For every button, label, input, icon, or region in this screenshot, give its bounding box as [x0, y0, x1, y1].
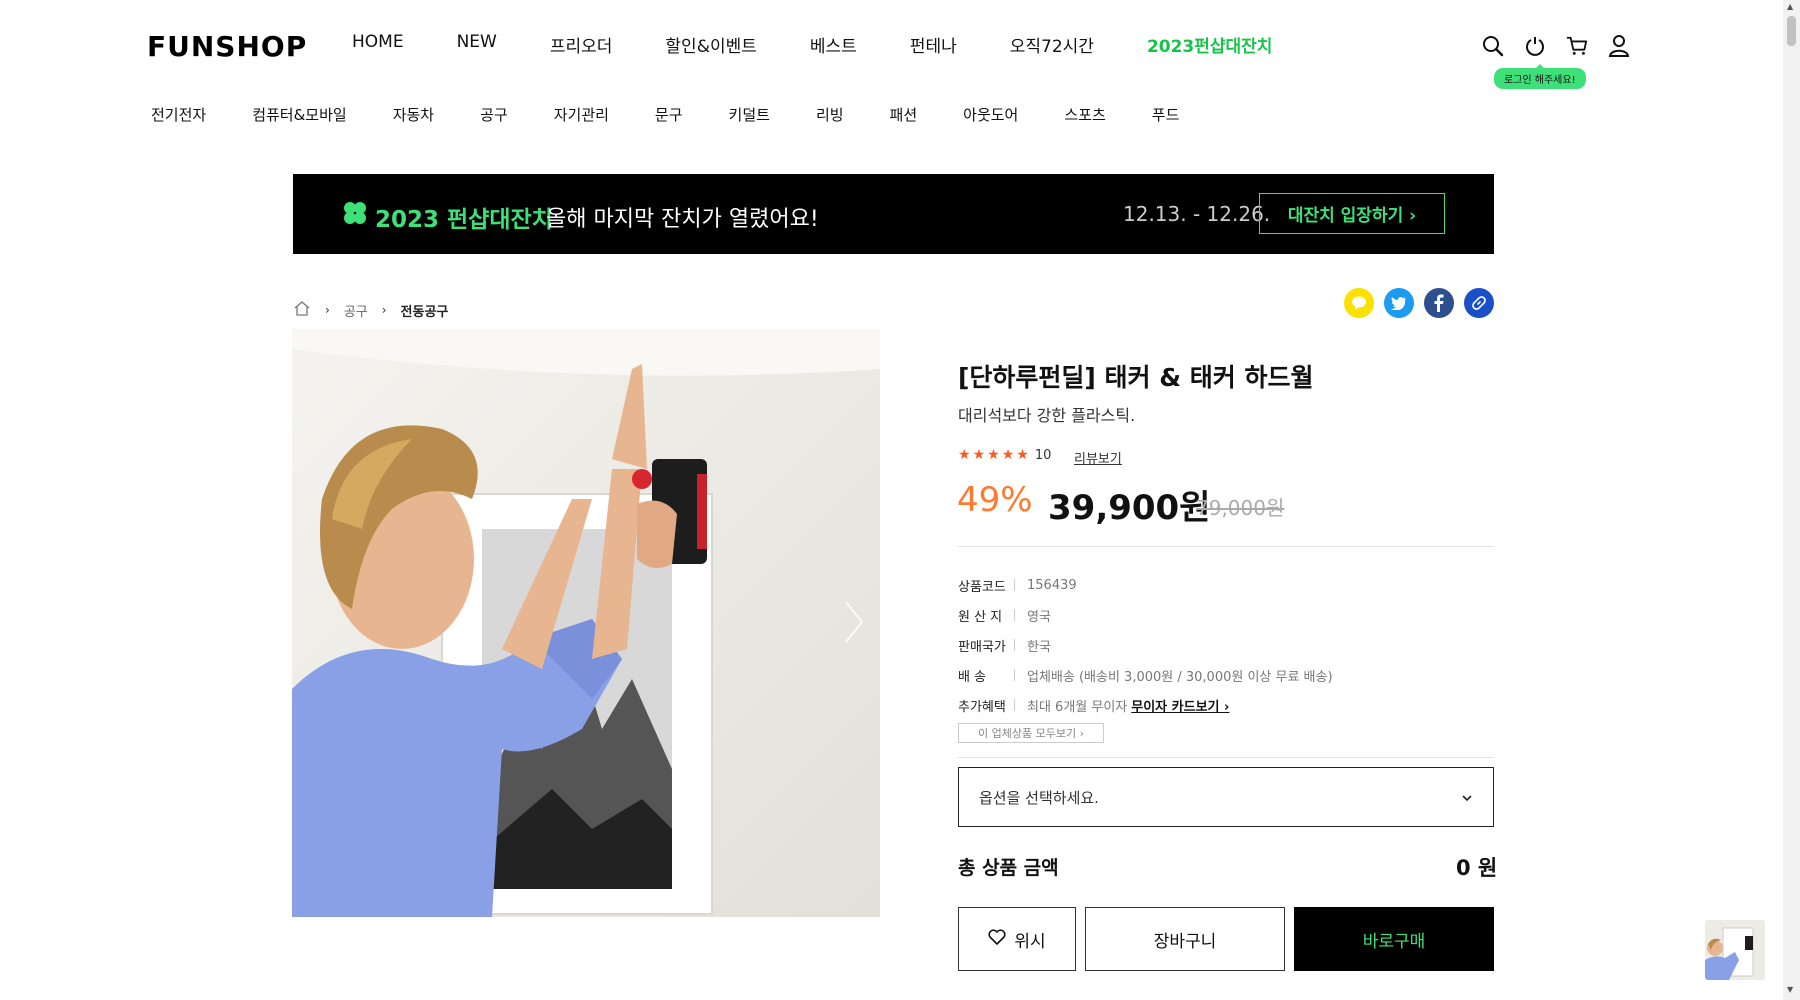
festival-banner[interactable]: 2023 펀샵대잔치 올해 마지막 잔치가 열렸어요! 12.13. - 12.… [293, 174, 1494, 254]
heart-icon [988, 928, 1006, 950]
category-item[interactable]: 자동차 [393, 104, 434, 125]
review-link[interactable]: 리뷰보기 [1074, 448, 1122, 467]
category-item[interactable]: 패션 [890, 104, 918, 125]
nav-festival-2023[interactable]: 2023펀샵대잔치 [1147, 32, 1273, 57]
spec-key: 판매국가 [958, 639, 1006, 655]
chevron-down-icon [1461, 788, 1473, 806]
recent-product-thumbnail[interactable] [1705, 920, 1765, 980]
add-to-cart-button[interactable]: 장바구니 [1085, 907, 1285, 971]
product-image [292, 329, 880, 917]
kakaotalk-share-icon[interactable] [1344, 288, 1374, 318]
spec-value: 업체배송 (배송비 3,000원 / 30,000원 이상 무료 배송) [1027, 669, 1333, 685]
nav-best[interactable]: 베스트 [810, 32, 857, 57]
option-select[interactable]: 옵션을 선택하세요. [958, 767, 1494, 827]
user-icon[interactable] [1608, 32, 1630, 60]
breadcrumb-item[interactable]: 공구 [344, 301, 368, 320]
rating-stars: ★ ★ ★ ★ ★ 10 [958, 447, 1051, 463]
spec-key: 추가혜택 [958, 699, 1006, 715]
category-item[interactable]: 아웃도어 [963, 104, 1018, 125]
main-nav: HOME NEW 프리오더 할인&이벤트 베스트 펀테나 오직72시간 2023… [352, 32, 1325, 57]
scrollbar-thumb[interactable] [1787, 16, 1796, 46]
link-share-icon[interactable] [1464, 288, 1494, 318]
category-item[interactable]: 전기전자 [151, 104, 206, 125]
buy-now-button[interactable]: 바로구매 [1294, 907, 1494, 971]
spec-value: 최대 6개월 무이자 [1027, 699, 1128, 715]
category-item[interactable]: 리빙 [816, 104, 844, 125]
nav-sale-event[interactable]: 할인&이벤트 [665, 32, 756, 57]
wish-button[interactable]: 위시 [958, 907, 1076, 971]
star-icon: ★ [972, 447, 986, 463]
option-select-label: 옵션을 선택하세요. [979, 788, 1099, 807]
spec-value: 156439 [1027, 577, 1077, 593]
chevron-right-icon: › [381, 303, 387, 317]
spec-key: 배 송 [958, 669, 987, 685]
spec-row: 배 송 업체배송 (배송비 3,000원 / 30,000원 이상 무료 배송) [958, 660, 1333, 690]
wish-button-label: 위시 [1014, 931, 1046, 952]
scroll-down-arrow-icon[interactable]: ▼ [1787, 985, 1793, 994]
spec-key: 상품코드 [958, 579, 1006, 595]
interest-free-card-link[interactable]: 무이자 카드보기 › [1131, 696, 1229, 715]
star-icon: ★ [987, 447, 1000, 463]
product-title: [단하루펀딜] 태커 & 태커 하드월 [958, 363, 1314, 392]
home-icon[interactable] [293, 300, 311, 320]
spec-row: 판매국가 한국 [958, 630, 1333, 660]
spec-row: 상품코드 156439 [958, 570, 1333, 600]
cart-icon[interactable] [1566, 32, 1588, 60]
seller-all-products-button[interactable]: 이 업체상품 모두보기 › [958, 723, 1104, 743]
discount-rate: 49% [957, 480, 1033, 520]
category-item[interactable]: 문구 [655, 104, 683, 125]
banner-highlight: 2023 펀샵대잔치 [375, 207, 553, 233]
category-nav: 전기전자 컴퓨터&모바일 자동차 공구 자기관리 문구 키덜트 리빙 패션 아웃… [151, 104, 1225, 125]
star-icon: ★ [958, 447, 971, 463]
login-tooltip: 로그인 해주세요! [1494, 64, 1586, 89]
category-item[interactable]: 푸드 [1152, 104, 1180, 125]
nav-home[interactable]: HOME [352, 32, 404, 57]
sale-price: 39,900원 [1048, 488, 1211, 528]
nav-72hours[interactable]: 오직72시간 [1010, 32, 1094, 57]
image-next-arrow-icon[interactable] [842, 600, 866, 648]
chevron-right-icon: › [325, 303, 330, 317]
search-icon[interactable] [1482, 32, 1504, 60]
spec-row: 원 산 지 영국 [958, 600, 1333, 630]
star-icon: ★ [1016, 447, 1029, 463]
share-buttons [1344, 288, 1494, 318]
scroll-up-arrow-icon[interactable]: ▲ [1787, 2, 1793, 11]
breadcrumb: › 공구 › 전동공구 [293, 300, 448, 320]
breadcrumb-item[interactable]: 전동공구 [401, 301, 449, 320]
product-subtitle: 대리석보다 강한 플라스틱. [958, 406, 1136, 425]
category-item[interactable]: 자기관리 [554, 104, 609, 125]
product-spec-list: 상품코드 156439 원 산 지 영국 판매국가 한국 배 송 업체배송 (배… [958, 570, 1333, 720]
page-scrollbar[interactable]: ▲ ▼ [1783, 0, 1800, 1000]
star-icon: ★ [1001, 447, 1015, 463]
category-item[interactable]: 컴퓨터&모바일 [252, 104, 347, 125]
divider [958, 757, 1494, 758]
spec-row: 추가혜택 최대 6개월 무이자 무이자 카드보기 › [958, 690, 1333, 720]
nav-funtenna[interactable]: 펀테나 [910, 32, 957, 57]
nav-new[interactable]: NEW [457, 32, 497, 57]
power-icon[interactable] [1524, 32, 1546, 60]
banner-date: 12.13. - 12.26. [1123, 202, 1271, 226]
spec-value: 한국 [1027, 639, 1051, 655]
category-item[interactable]: 스포츠 [1064, 104, 1105, 125]
nav-preorder[interactable]: 프리오더 [550, 32, 613, 57]
original-price: 79,000원 [1196, 496, 1285, 520]
clover-icon [344, 202, 366, 224]
spec-key: 원 산 지 [958, 609, 1003, 625]
category-item[interactable]: 키덜트 [729, 104, 770, 125]
header-icons [1482, 32, 1630, 60]
festival-enter-button[interactable]: 대잔치 입장하기 › [1259, 193, 1445, 234]
twitter-share-icon[interactable] [1384, 288, 1414, 318]
review-count: 10 [1034, 447, 1052, 463]
funshop-logo[interactable]: FUNSHOP [147, 30, 307, 63]
total-price-value: 0 원 [1456, 856, 1498, 880]
banner-text: 올해 마지막 잔치가 열렸어요! [546, 207, 819, 232]
category-item[interactable]: 공구 [480, 104, 508, 125]
facebook-share-icon[interactable] [1424, 288, 1454, 318]
spec-value: 영국 [1027, 609, 1051, 625]
divider [958, 546, 1494, 547]
total-price-label: 총 상품 금액 [958, 857, 1059, 879]
